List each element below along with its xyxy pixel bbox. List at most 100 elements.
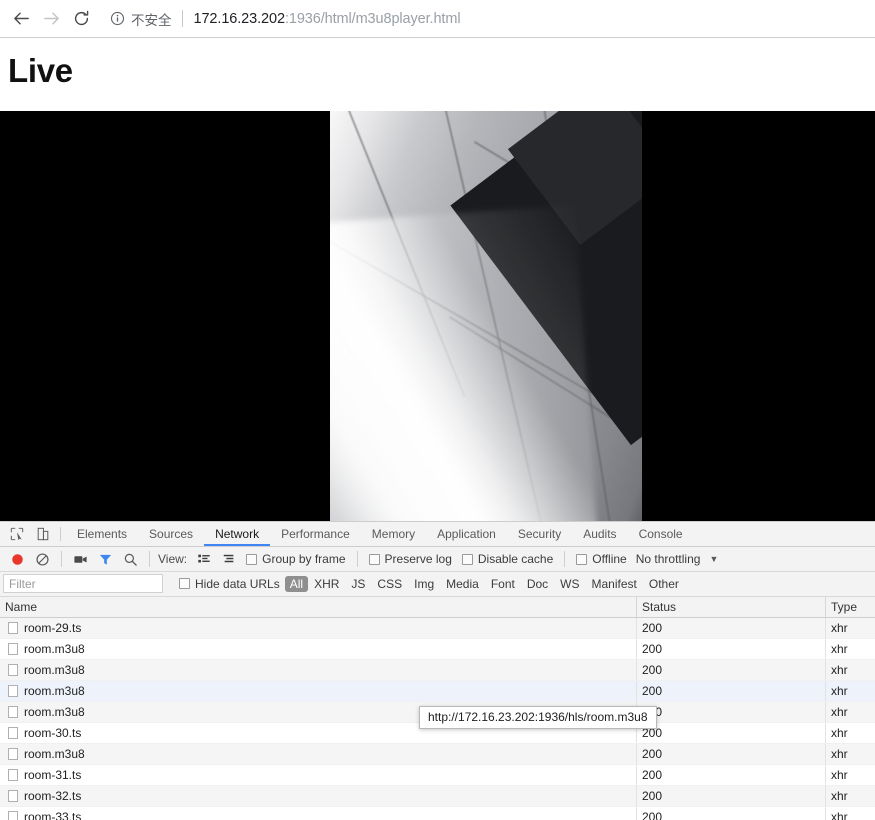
checkbox-box — [179, 578, 190, 590]
table-row[interactable]: room-32.ts 200 xhr — [0, 785, 875, 807]
list-view-icon — [197, 554, 210, 563]
cell-name: room.m3u8 — [0, 680, 637, 701]
toolbar-divider — [149, 551, 150, 568]
devtools-tabbar: Elements Sources Network Performance Mem… — [0, 522, 875, 548]
chevron-down-icon[interactable]: ▼ — [709, 554, 718, 564]
type-filter-js[interactable]: JS — [345, 576, 371, 592]
checkbox-box — [368, 553, 380, 565]
type-filter-font[interactable]: Font — [485, 576, 521, 592]
column-header-status[interactable]: Status — [637, 596, 826, 617]
file-icon — [8, 768, 18, 781]
offline-checkbox[interactable]: Offline — [576, 552, 627, 567]
tab-performance[interactable]: Performance — [270, 522, 361, 546]
type-filter-doc[interactable]: Doc — [521, 576, 554, 592]
tab-security[interactable]: Security — [507, 522, 572, 546]
checkbox-box — [576, 553, 588, 565]
table-row[interactable]: room-29.ts 200 xhr — [0, 617, 875, 639]
table-row[interactable]: room-33.ts 200 xhr — [0, 806, 875, 820]
request-name: room.m3u8 — [24, 683, 85, 698]
file-icon — [8, 789, 18, 802]
record-circle-icon — [12, 554, 23, 565]
view-list-button[interactable] — [191, 547, 216, 571]
cell-status: 200 — [637, 701, 826, 722]
cell-status: 200 — [637, 785, 826, 806]
cell-type: xhr — [831, 788, 848, 803]
column-header-name[interactable]: Name — [0, 596, 637, 617]
browser-toolbar: 不安全 172.16.23.202:1936/html/m3u8player.h… — [0, 0, 875, 38]
file-icon — [8, 726, 18, 739]
filter-input[interactable]: Filter — [3, 574, 163, 594]
tabbar-divider — [60, 527, 61, 542]
table-row[interactable]: room.m3u8 200 xhr — [0, 743, 875, 765]
cell-status: 200 — [637, 638, 826, 659]
table-row[interactable]: room.m3u8 200 xhr — [0, 659, 875, 681]
table-row[interactable]: room-31.ts 200 xhr — [0, 764, 875, 786]
resource-type-filters: All XHR JS CSS Img Media Font Doc WS Man… — [284, 575, 685, 592]
url-text: 172.16.23.202:1936/html/m3u8player.html — [194, 11, 461, 27]
type-filter-ws[interactable]: WS — [554, 576, 585, 592]
search-button[interactable] — [118, 547, 143, 571]
video-player[interactable] — [0, 111, 875, 521]
cell-type: xhr — [831, 662, 848, 677]
clear-circle-slash-icon — [36, 553, 49, 566]
preserve-log-label: Preserve log — [384, 552, 452, 567]
video-frame — [330, 111, 642, 521]
omnibox-divider — [181, 10, 183, 27]
disable-cache-checkbox[interactable]: Disable cache — [461, 552, 553, 566]
cell-status: 200 — [637, 743, 826, 764]
tab-network[interactable]: Network — [204, 522, 270, 546]
column-header-type[interactable]: Type — [826, 597, 875, 617]
type-filter-css[interactable]: CSS — [371, 576, 408, 592]
type-filter-other[interactable]: Other — [643, 576, 685, 592]
clear-button[interactable] — [30, 547, 55, 571]
file-icon — [8, 705, 18, 718]
cell-name: room.m3u8 — [0, 659, 637, 680]
capture-screenshots-button[interactable] — [68, 547, 93, 571]
tab-audits[interactable]: Audits — [572, 522, 627, 546]
cell-status: 200 — [637, 722, 826, 743]
address-bar[interactable]: 不安全 172.16.23.202:1936/html/m3u8player.h… — [104, 5, 871, 33]
inspect-element-button[interactable] — [4, 522, 30, 546]
forward-button[interactable] — [36, 4, 66, 34]
tab-application[interactable]: Application — [426, 522, 507, 546]
cell-status: 200 — [637, 680, 826, 701]
cell-type: xhr — [831, 725, 848, 740]
request-name: room-33.ts — [24, 809, 82, 820]
table-row[interactable]: room.m3u8 200 xhr — [0, 638, 875, 660]
device-toolbar-button[interactable] — [30, 522, 56, 546]
hide-data-urls-checkbox[interactable]: Hide data URLs — [179, 577, 280, 591]
site-security-chip[interactable]: 不安全 — [110, 9, 172, 29]
file-icon — [8, 684, 18, 697]
filter-button[interactable] — [93, 547, 118, 571]
view-waterfall-button[interactable] — [216, 547, 241, 571]
type-filter-xhr[interactable]: XHR — [308, 576, 345, 592]
tab-console[interactable]: Console — [628, 522, 694, 546]
type-filter-manifest[interactable]: Manifest — [586, 576, 643, 592]
tab-elements[interactable]: Elements — [66, 522, 138, 546]
file-icon — [8, 810, 18, 820]
checkbox-box — [461, 553, 473, 565]
tab-memory[interactable]: Memory — [361, 522, 426, 546]
inspect-cursor-icon — [10, 527, 24, 541]
back-button[interactable] — [6, 4, 36, 34]
group-by-frame-checkbox[interactable]: Group by frame — [246, 552, 346, 566]
record-button[interactable] — [5, 547, 30, 571]
type-filter-media[interactable]: Media — [440, 576, 485, 592]
toolbar-divider — [61, 551, 62, 568]
waterfall-view-icon — [223, 555, 234, 563]
preserve-log-checkbox[interactable]: Preserve log — [368, 552, 452, 567]
url-path: :1936/html/m3u8player.html — [284, 10, 461, 27]
reload-button[interactable] — [66, 4, 96, 34]
toolbar-divider — [356, 551, 358, 568]
table-row-selected[interactable]: room.m3u8 200 xhr — [0, 680, 875, 702]
file-icon — [8, 663, 18, 676]
device-toggle-icon — [37, 527, 49, 541]
request-name: room-32.ts — [24, 788, 82, 803]
tab-sources[interactable]: Sources — [138, 522, 204, 546]
devtools-panel: Elements Sources Network Performance Mem… — [0, 521, 875, 820]
type-filter-img[interactable]: Img — [408, 576, 440, 592]
url-tooltip: http://172.16.23.202:1936/hls/room.m3u8 — [419, 706, 657, 729]
offline-label: Offline — [592, 552, 627, 567]
type-filter-all[interactable]: All — [284, 575, 309, 592]
throttling-select[interactable]: No throttling — [636, 552, 701, 566]
